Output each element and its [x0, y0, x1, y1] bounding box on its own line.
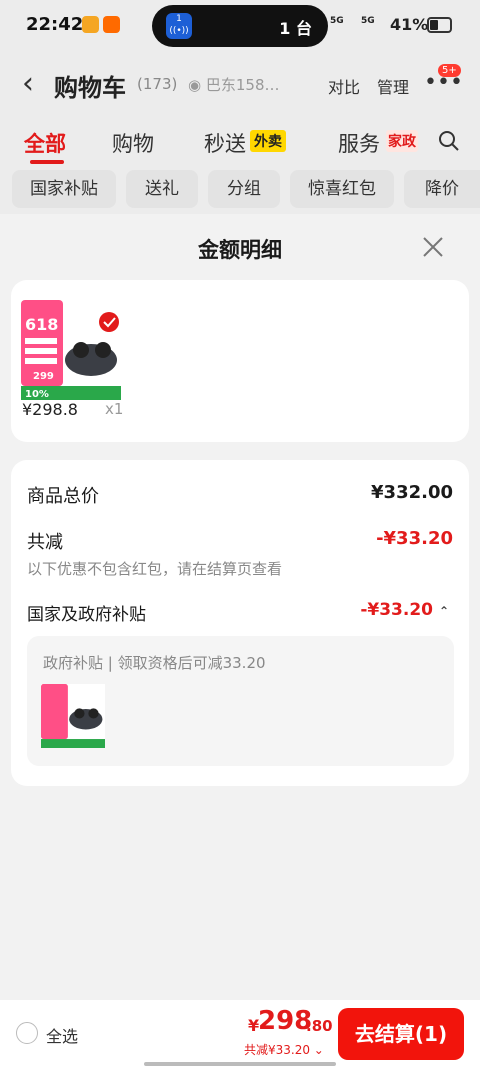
address-text: 巴东158…	[205, 76, 280, 94]
product-thumbnail[interactable]	[41, 684, 105, 748]
search-icon[interactable]	[438, 130, 460, 152]
discount-note: 以下优惠不包含红包，请在结算页查看	[27, 560, 283, 578]
sheet-title: 金额明细	[198, 238, 282, 262]
location-icon: ◉	[188, 76, 206, 94]
total-label: 商品总价	[27, 486, 99, 507]
notification-badge: 5+	[438, 64, 461, 77]
select-all-label[interactable]: 全选	[46, 1023, 78, 1047]
total-value: ¥332.00	[371, 482, 453, 503]
chip-surprise-redpacket[interactable]: 惊喜红包	[290, 170, 394, 208]
status-bar: 22:42 1 ((•)) 1 台 5G 5G 41%	[0, 0, 480, 52]
app-notification-icon	[82, 16, 99, 33]
total-price: 298	[258, 1006, 313, 1036]
discount-summary[interactable]: 共减¥33.20 ⌄	[244, 1041, 324, 1058]
tab-instant[interactable]: 秒送	[204, 128, 246, 158]
product-card: 618 299 10% ¥298.8 x1	[11, 280, 469, 442]
page-title: 购物车	[54, 74, 126, 102]
close-icon[interactable]	[418, 232, 448, 262]
reduce-label: 共减	[27, 532, 63, 553]
total-price-decimal: .80	[306, 1017, 333, 1035]
tab-service[interactable]: 服务	[338, 128, 380, 158]
image-price-text: 299	[33, 371, 54, 382]
cart-header: ‹ 购物车 (173) ◉ 巴东158… 对比 管理 ••• 5+ 全部 购物 …	[0, 52, 480, 214]
product-quantity: x1	[105, 400, 124, 418]
chip-group[interactable]: 分组	[208, 170, 280, 208]
amount-detail-sheet: 金额明细 618 299 10% ¥298.8 x1 商品总价 ¥332.00 …	[0, 214, 480, 1067]
price-detail-card: 商品总价 ¥332.00 共减 -¥33.20 以下优惠不包含红包，请在结算页查…	[11, 460, 469, 786]
select-all-checkbox[interactable]	[16, 1022, 38, 1044]
product-price: ¥298.8	[22, 400, 78, 419]
product-image[interactable]: 618 299 10%	[21, 300, 121, 400]
chevron-up-icon: ⌃	[438, 604, 449, 618]
battery-percent: 41%	[390, 15, 429, 34]
island-text: 1 台	[279, 19, 312, 38]
chip-national-subsidy[interactable]: 国家补贴	[12, 170, 116, 208]
dynamic-island[interactable]: 1 ((•)) 1 台	[152, 5, 328, 47]
takeout-tag: 外卖	[250, 130, 286, 152]
checkout-bar: 全选 ¥ 298 .80 共减¥33.20 ⌄ 去结算(1)	[0, 1000, 480, 1067]
cart-count: (173)	[137, 75, 178, 93]
address-selector[interactable]: ◉ 巴东158…	[188, 74, 280, 95]
subsidy-toggle[interactable]: -¥33.20 ⌃	[360, 600, 449, 620]
chip-price-drop[interactable]: 降价	[404, 170, 480, 208]
badge-618-text: 618	[25, 315, 58, 334]
taobao-notification-icon	[103, 16, 120, 33]
subsidy-detail-box: 政府补贴 | 领取资格后可减33.20	[27, 636, 454, 766]
signal-icon: 5G	[330, 16, 344, 26]
nfc-icon: 1 ((•))	[166, 13, 192, 39]
subsidy-label: 国家及政府补贴	[27, 605, 146, 625]
tab-shopping[interactable]: 购物	[112, 128, 154, 158]
battery-icon	[427, 17, 452, 33]
subsidy-value: -¥33.20	[360, 600, 434, 620]
tab-indicator	[30, 160, 64, 164]
status-time: 22:42	[26, 14, 84, 35]
subsidy-detail-text: 政府补贴 | 领取资格后可减33.20	[43, 654, 266, 672]
signal-icon: 5G	[361, 16, 375, 26]
back-icon[interactable]: ‹	[22, 66, 34, 101]
reduce-value: -¥33.20	[376, 528, 453, 549]
compare-button[interactable]: 对比	[328, 74, 360, 98]
chip-gift[interactable]: 送礼	[126, 170, 198, 208]
manage-button[interactable]: 管理	[377, 74, 409, 98]
housekeeping-tag: 家政	[386, 130, 418, 152]
tab-all[interactable]: 全部	[24, 128, 66, 158]
checkout-button[interactable]: 去结算(1)	[338, 1008, 464, 1060]
home-indicator	[144, 1062, 336, 1066]
image-discount-text: 10%	[25, 389, 49, 400]
